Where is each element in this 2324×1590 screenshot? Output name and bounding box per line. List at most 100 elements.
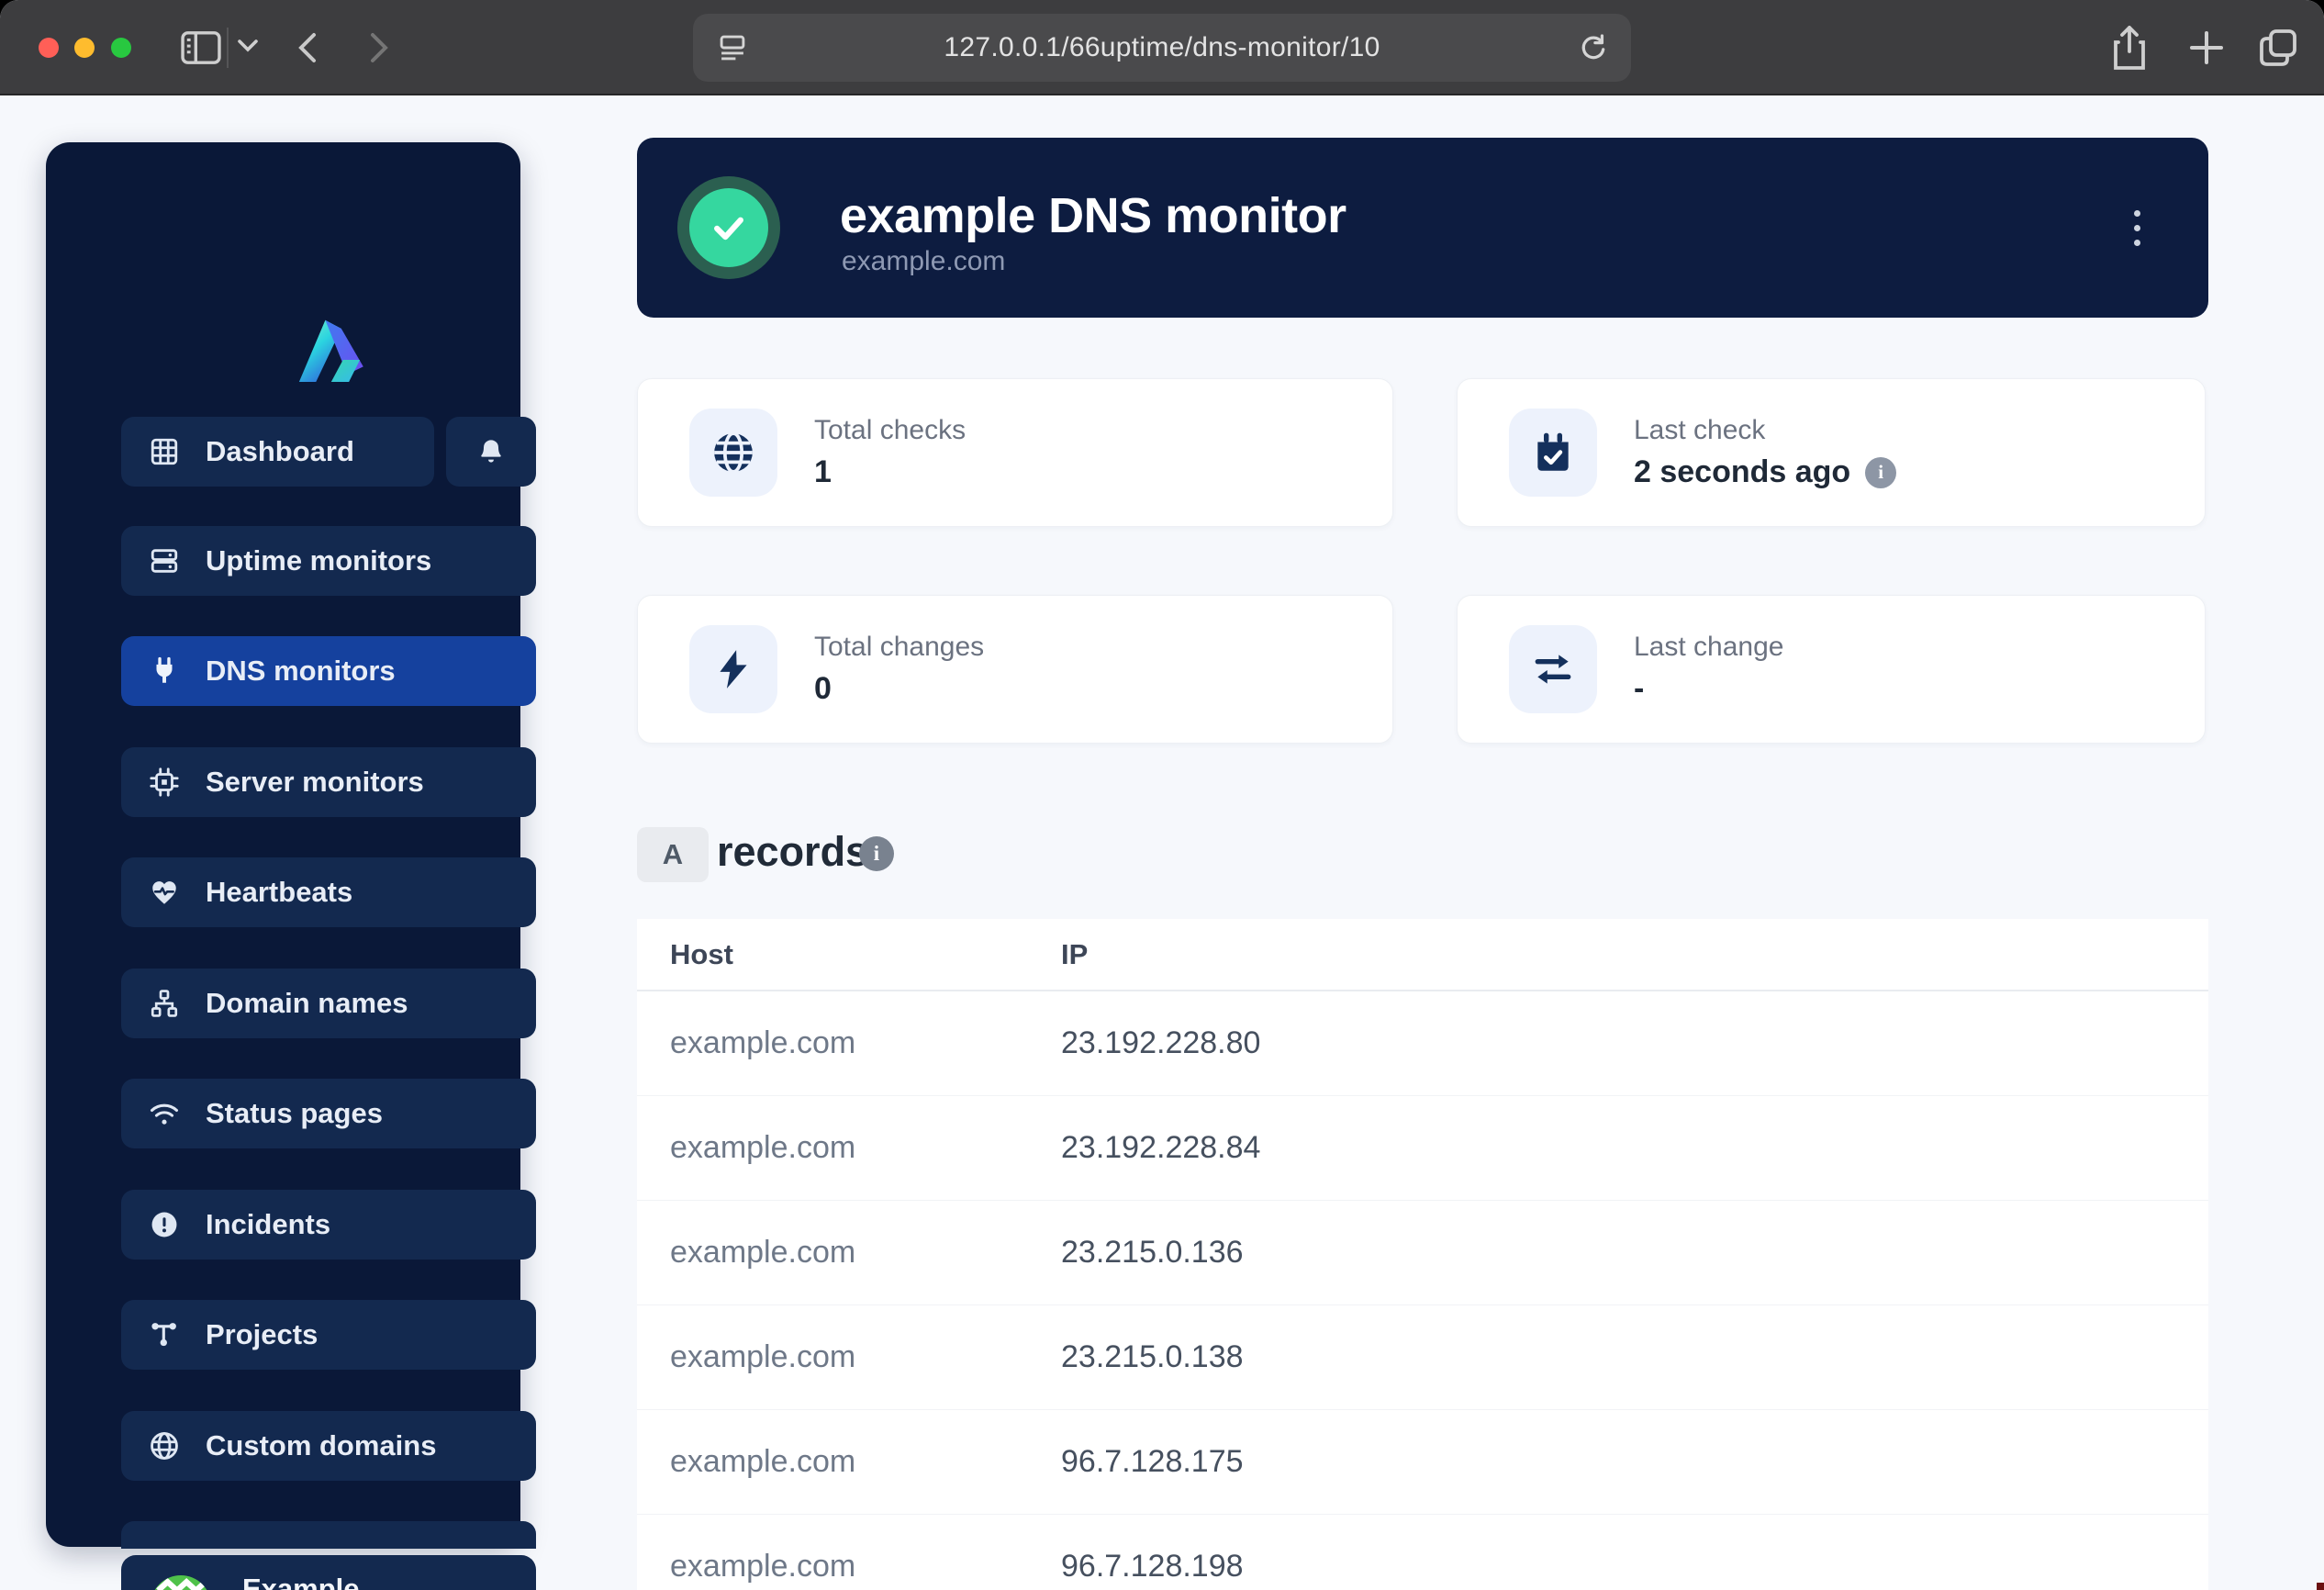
- cell-ip: 23.192.228.84: [1061, 1130, 1260, 1166]
- status-up-badge: [677, 176, 780, 279]
- monitor-options-button[interactable]: [2118, 196, 2155, 259]
- stat-value: -: [1634, 671, 1783, 707]
- column-header-ip: IP: [1061, 938, 1088, 971]
- stat-label: Total changes: [814, 632, 984, 663]
- table-row: example.com 96.7.128.198: [637, 1515, 2208, 1590]
- info-icon[interactable]: i: [1865, 457, 1896, 488]
- sidebar-item-projects[interactable]: Projects: [121, 1300, 536, 1370]
- cpu-icon: [149, 767, 180, 798]
- cell-ip: 23.215.0.136: [1061, 1235, 1244, 1271]
- sidebar-item-incidents[interactable]: Incidents: [121, 1190, 536, 1260]
- share-icon[interactable]: [2109, 24, 2150, 72]
- sidebar-item-status-pages[interactable]: Status pages: [121, 1079, 536, 1148]
- stat-text: Last change -: [1634, 632, 1783, 707]
- share-nodes-icon: [149, 1319, 180, 1350]
- sidebar-item-dns-monitors[interactable]: DNS monitors: [121, 636, 536, 706]
- zoom-window-button[interactable]: [111, 38, 131, 58]
- globe-icon: [149, 1430, 180, 1461]
- alert-circle-icon: [149, 1209, 180, 1240]
- user-profile-card[interactable]: Example sample@example.com: [121, 1555, 536, 1590]
- address-bar[interactable]: 127.0.0.1/66uptime/dns-monitor/10: [693, 14, 1631, 82]
- stat-value-text: 2 seconds ago: [1634, 454, 1850, 490]
- stat-value: 2 seconds ago i: [1634, 454, 1896, 490]
- sidebar-item-uptime-monitors[interactable]: Uptime monitors: [121, 526, 536, 596]
- user-name: Example: [242, 1572, 495, 1590]
- screenshot-root: 127.0.0.1/66uptime/dns-monitor/10: [0, 0, 2324, 1590]
- forward-button-icon[interactable]: [362, 29, 395, 66]
- reader-view-icon[interactable]: [717, 32, 748, 63]
- sidebar-item-dashboard[interactable]: Dashboard: [121, 417, 434, 487]
- monitor-title: example DNS monitor: [840, 187, 1346, 244]
- screen-artifact: [2317, 1583, 2324, 1590]
- back-button-icon[interactable]: [292, 29, 325, 66]
- stat-label: Last change: [1634, 632, 1783, 663]
- app-logo: [287, 308, 372, 392]
- cell-host: example.com: [637, 1235, 1061, 1271]
- sidebar-item-label: Dashboard: [206, 435, 354, 468]
- url-text: 127.0.0.1/66uptime/dns-monitor/10: [944, 32, 1380, 63]
- sidebar-item-custom-domains[interactable]: Custom domains: [121, 1411, 536, 1481]
- avatar: [151, 1575, 211, 1590]
- toolbar-divider: [227, 28, 229, 68]
- stat-icon-tile: [689, 625, 777, 713]
- stat-text: Last check 2 seconds ago i: [1634, 415, 1896, 490]
- stat-card-total-checks: Total checks 1: [637, 378, 1393, 527]
- stat-label: Last check: [1634, 415, 1896, 446]
- table-row: example.com 96.7.128.175: [637, 1410, 2208, 1515]
- stat-icon-tile: [1509, 625, 1597, 713]
- wifi-icon: [149, 1098, 180, 1129]
- stat-value: 1: [814, 454, 966, 490]
- plug-icon: [149, 655, 180, 687]
- browser-toolbar: 127.0.0.1/66uptime/dns-monitor/10: [0, 0, 2324, 95]
- sidebar-item-label: Custom domains: [206, 1429, 436, 1462]
- browser-window: 127.0.0.1/66uptime/dns-monitor/10: [0, 0, 2324, 1590]
- stat-value: 0: [814, 671, 984, 707]
- chevron-down-icon[interactable]: [237, 39, 259, 53]
- stat-card-last-change: Last change -: [1457, 595, 2206, 744]
- stat-card-last-check: Last check 2 seconds ago i: [1457, 378, 2206, 527]
- sidebar: Dashboard Uptime monitors: [46, 142, 520, 1547]
- column-header-host: Host: [637, 938, 1061, 971]
- sidebar-item-label: Projects: [206, 1318, 318, 1351]
- sidebar-toggle-icon[interactable]: [180, 30, 222, 65]
- record-type-badge: A: [637, 827, 709, 882]
- sidebar-item-heartbeats[interactable]: Heartbeats: [121, 857, 536, 927]
- notifications-button[interactable]: [446, 417, 536, 487]
- stat-text: Total checks 1: [814, 415, 966, 490]
- sidebar-item-label: Server monitors: [206, 766, 424, 799]
- info-icon[interactable]: i: [859, 836, 894, 871]
- sidebar-item-label: Uptime monitors: [206, 544, 431, 577]
- globe-icon: [710, 430, 756, 476]
- table-row: example.com 23.215.0.138: [637, 1305, 2208, 1410]
- tab-overview-icon[interactable]: [2256, 26, 2300, 70]
- heart-pulse-icon: [149, 877, 180, 908]
- transfer-arrows-icon: [1530, 646, 1576, 692]
- table-row: example.com 23.192.228.84: [637, 1096, 2208, 1201]
- status-check-icon: [689, 188, 768, 267]
- stat-icon-tile: [1509, 409, 1597, 497]
- table-header-row: Host IP: [637, 919, 2208, 991]
- sidebar-item-label: Domain names: [206, 987, 408, 1020]
- calendar-check-icon: [1530, 430, 1576, 476]
- sidebar-top-row: Dashboard: [121, 417, 536, 487]
- sidebar-item-label: Incidents: [206, 1208, 330, 1241]
- monitor-hostname: example.com: [842, 246, 1005, 277]
- stat-label: Total checks: [814, 415, 966, 446]
- server-stack-icon: [149, 545, 180, 577]
- reload-icon[interactable]: [1576, 31, 1609, 64]
- grid-icon: [149, 436, 180, 467]
- sidebar-item-domain-names[interactable]: Domain names: [121, 969, 536, 1038]
- table-row: example.com 23.215.0.136: [637, 1201, 2208, 1305]
- sidebar-item-partial[interactable]: [121, 1521, 536, 1549]
- close-window-button[interactable]: [39, 38, 59, 58]
- sidebar-item-label: DNS monitors: [206, 655, 396, 688]
- table-row: example.com 23.192.228.80: [637, 991, 2208, 1096]
- sidebar-item-server-monitors[interactable]: Server monitors: [121, 747, 536, 817]
- new-tab-icon[interactable]: [2186, 28, 2227, 68]
- user-info: Example sample@example.com: [242, 1572, 495, 1590]
- cell-host: example.com: [637, 1549, 1061, 1584]
- minimize-window-button[interactable]: [74, 38, 95, 58]
- cell-ip: 96.7.128.198: [1061, 1549, 1244, 1584]
- sitemap-icon: [149, 988, 180, 1019]
- stat-icon-tile: [689, 409, 777, 497]
